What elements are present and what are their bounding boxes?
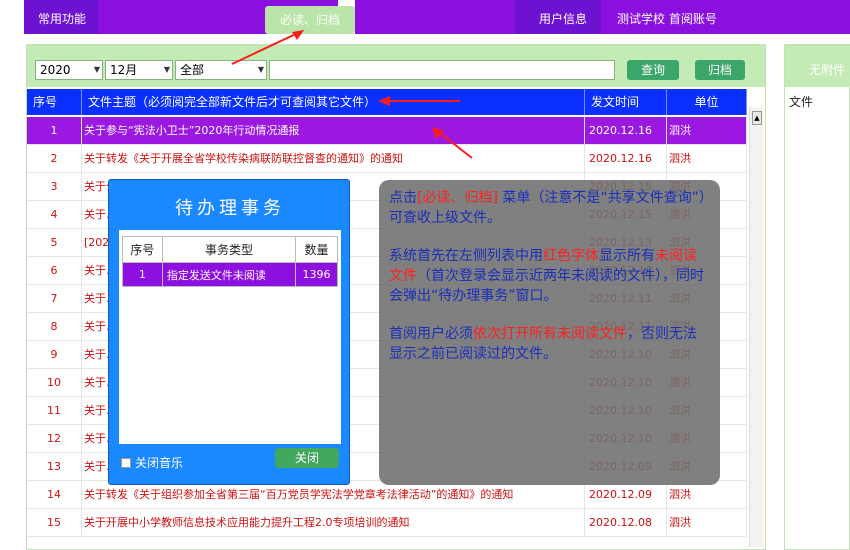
tooltip-paragraph-2: 系统首先在左侧列表中用红色字体显示所有未阅读文件（首次登录会显示近两年未阅读的文… [389, 246, 710, 306]
dialog-col-count: 数量 [295, 236, 338, 263]
row-number: 12 [27, 425, 82, 453]
nav-spacer-2 [355, 0, 515, 34]
grid-header: 序号 文件主题（必须阅完全部新文件后才可查阅其它文件） 发文时间 单位 [27, 89, 747, 115]
dialog-row-count: 1396 [295, 262, 338, 287]
row-number: 9 [27, 341, 82, 369]
table-row[interactable]: 2 关于转发《关于开展全省学校传染病联防联控督查的通知》的通知 2020.12.16… [27, 145, 747, 173]
row-number: 7 [27, 285, 82, 313]
row-title[interactable]: 关于转发《关于组织参加全省第三届“百万党员学宪法学党章考法律活动”的通知》的通知 [82, 481, 585, 509]
tooltip-text: 首阅用户必须 [389, 326, 473, 342]
checkbox-icon[interactable] [121, 458, 131, 468]
scroll-up-arrow-icon[interactable]: ▲ [752, 111, 762, 125]
row-number: 10 [27, 369, 82, 397]
tooltip-highlight: 红色字体 [543, 248, 599, 264]
help-tooltip: 点击[必读、归档] 菜单（注意不是“共享文件查询”）可查收上级文件。 系统首先在… [379, 180, 720, 485]
no-attachment-label: 无附件 [785, 45, 850, 87]
row-title[interactable]: 关于参与“宪法小卫士”2020年行动情况通报 [82, 117, 585, 145]
row-number: 8 [27, 313, 82, 341]
col-unit-header[interactable]: 单位 [667, 89, 747, 115]
row-number: 5 [27, 229, 82, 257]
row-number: 14 [27, 481, 82, 509]
dialog-row-no: 1 [122, 262, 163, 287]
search-input[interactable] [269, 60, 615, 80]
row-number: 1 [27, 117, 82, 145]
required-archive-tab[interactable]: 必读、归档 [265, 6, 355, 34]
tooltip-paragraph-3: 首阅用户必须依次打开所有未阅读文件，否则无法显示之前已阅读过的文件。 [389, 324, 710, 364]
table-row[interactable]: 1 关于参与“宪法小卫士”2020年行动情况通报 2020.12.16 泗洪 [27, 117, 747, 145]
row-number: 2 [27, 145, 82, 173]
dialog-col-type: 事务类型 [161, 236, 297, 263]
pending-tasks-dialog: 待办理事务 序号 事务类型 数量 1 指定发送文件未阅读 1396 关闭音乐 关… [108, 179, 350, 485]
col-time-header[interactable]: 发文时间 [585, 89, 667, 115]
pending-tasks-table: 序号 事务类型 数量 1 指定发送文件未阅读 1396 [122, 236, 338, 287]
year-select[interactable]: 2020 ▼ [35, 60, 103, 80]
row-number: 13 [27, 453, 82, 481]
col-no-header[interactable]: 序号 [27, 89, 82, 115]
row-number: 3 [27, 173, 82, 201]
row-unit: 泗洪 [667, 117, 747, 145]
archive-button[interactable]: 归档 [695, 60, 745, 80]
tooltip-text: 显示所有 [599, 248, 655, 264]
col-title-header[interactable]: 文件主题（必须阅完全部新文件后才可查阅其它文件） [82, 89, 585, 115]
tooltip-highlight: 依次打开所有未阅读文件 [473, 326, 627, 342]
user-info-menu[interactable]: 用户信息 [515, 0, 601, 34]
table-row[interactable]: 14 关于转发《关于组织参加全省第三届“百万党员学宪法学党章考法律活动”的通知》的… [27, 481, 747, 509]
table-row[interactable]: 15 关于开展中小学教师信息技术应用能力提升工程2.0专项培训的通知 2020.12… [27, 509, 747, 537]
attachment-panel: 无附件 文件 [784, 44, 850, 550]
vertical-scrollbar[interactable]: ▲ [749, 107, 763, 547]
row-unit: 泗洪 [667, 509, 747, 537]
file-column-header: 文件 [789, 95, 814, 109]
month-select[interactable]: 12月 ▼ [105, 60, 173, 80]
month-value: 12月 [110, 63, 138, 77]
category-select[interactable]: 全部 ▼ [175, 60, 267, 80]
row-number: 11 [27, 397, 82, 425]
row-title[interactable]: 关于转发《关于开展全省学校传染病联防联控督查的通知》的通知 [82, 145, 585, 173]
dialog-row-type[interactable]: 指定发送文件未阅读 [161, 262, 297, 287]
row-date: 2020.12.08 [585, 509, 667, 537]
row-unit: 泗洪 [667, 145, 747, 173]
category-value: 全部 [180, 63, 205, 77]
common-functions-menu[interactable]: 常用功能 [24, 0, 98, 34]
mute-music-checkbox[interactable]: 关闭音乐 [121, 454, 183, 471]
dialog-title: 待办理事务 [175, 198, 285, 219]
school-account-label: 测试学校 首阅账号 [601, 0, 850, 34]
row-date: 2020.12.16 [585, 117, 667, 145]
dialog-body: 序号 事务类型 数量 1 指定发送文件未阅读 1396 [119, 230, 341, 444]
table-row[interactable]: 1 指定发送文件未阅读 1396 [122, 262, 338, 287]
tooltip-paragraph-1: 点击[必读、归档] 菜单（注意不是“共享文件查询”）可查收上级文件。 [389, 188, 710, 228]
row-title[interactable]: 关于开展中小学教师信息技术应用能力提升工程2.0专项培训的通知 [82, 509, 585, 537]
row-number: 4 [27, 201, 82, 229]
chevron-down-icon: ▼ [257, 65, 264, 74]
tooltip-text: 点击 [389, 190, 417, 206]
tooltip-highlight: [必读、归档] [417, 190, 498, 206]
year-value: 2020 [40, 63, 71, 77]
chevron-down-icon: ▼ [93, 65, 100, 74]
mute-music-label: 关闭音乐 [135, 456, 184, 470]
tooltip-text: （首次登录会显示近两年未阅读的文件），同时会弹出“待办理事务”窗口。 [389, 268, 704, 304]
top-nav-bar: 常用功能 必读、归档 用户信息 测试学校 首阅账号 [0, 0, 850, 36]
row-number: 6 [27, 257, 82, 285]
row-date: 2020.12.16 [585, 145, 667, 173]
row-date: 2020.12.09 [585, 481, 667, 509]
dialog-col-no: 序号 [122, 236, 163, 263]
tooltip-text: 系统首先在左侧列表中用 [389, 248, 543, 264]
filter-bar: 2020 ▼ 12月 ▼ 全部 ▼ 查询 归档 [27, 45, 765, 87]
row-unit: 泗洪 [667, 481, 747, 509]
row-number: 15 [27, 509, 82, 537]
query-button[interactable]: 查询 [627, 60, 679, 80]
chevron-down-icon: ▼ [163, 65, 170, 74]
close-button[interactable]: 关闭 [275, 448, 339, 468]
